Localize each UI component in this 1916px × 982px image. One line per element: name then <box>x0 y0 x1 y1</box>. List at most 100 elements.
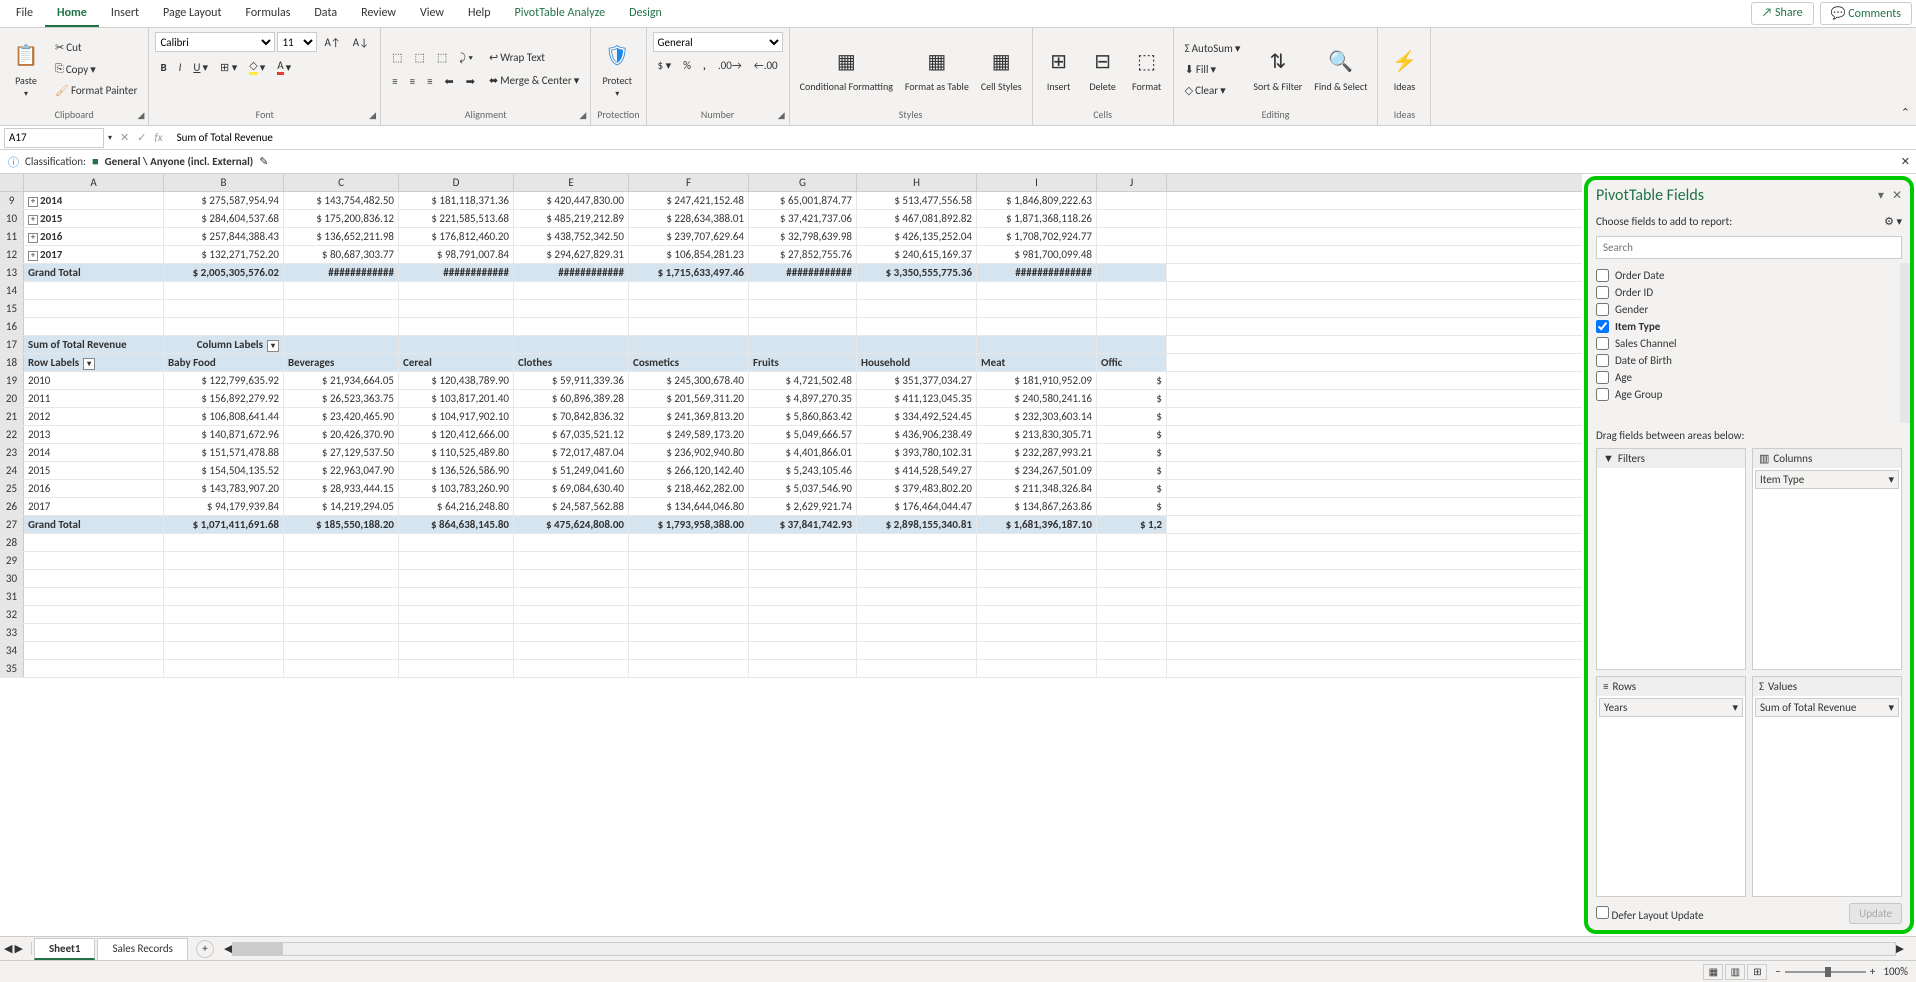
cell[interactable] <box>399 534 514 551</box>
normal-view-button[interactable]: ▦ <box>1703 964 1723 980</box>
cell[interactable]: Clothes <box>514 354 629 371</box>
cell[interactable]: $ 154,504,135.52 <box>164 462 284 479</box>
cell[interactable]: $ 5,860,863.42 <box>749 408 857 425</box>
area-item-values[interactable]: Sum of Total Revenue▾ <box>1755 698 1899 717</box>
align-top-button[interactable]: ⬚ <box>387 48 407 67</box>
column-header-H[interactable]: H <box>857 174 977 191</box>
clear-button[interactable]: ◇ Clear ▾ <box>1180 81 1246 100</box>
alignment-launcher[interactable]: ◢ <box>579 110 586 121</box>
cell[interactable]: 2016 <box>24 480 164 497</box>
font-color-button[interactable]: A ▾ <box>272 56 296 78</box>
cell[interactable]: $ <box>1097 480 1167 497</box>
cell[interactable] <box>1097 336 1167 353</box>
cell[interactable]: $ 122,799,635.92 <box>164 372 284 389</box>
cell[interactable] <box>284 588 399 605</box>
cell[interactable] <box>1097 660 1167 677</box>
page-break-view-button[interactable]: ⊞ <box>1747 964 1767 980</box>
cell[interactable]: Cosmetics <box>629 354 749 371</box>
grow-font-button[interactable]: A↑ <box>319 33 345 52</box>
cell[interactable]: $ 414,528,549.27 <box>857 462 977 479</box>
edit-classification-icon[interactable]: ✎ <box>259 155 268 168</box>
cell[interactable]: $ 284,604,537.68 <box>164 210 284 227</box>
cell[interactable]: $ 1,681,396,187.10 <box>977 516 1097 533</box>
cell[interactable]: 2014 <box>24 444 164 461</box>
filters-area[interactable]: ▼Filters <box>1596 448 1746 670</box>
row-header[interactable]: 13 <box>0 264 24 281</box>
column-header-B[interactable]: B <box>164 174 284 191</box>
cell[interactable] <box>977 300 1097 317</box>
cell[interactable] <box>284 606 399 623</box>
menu-formulas[interactable]: Formulas <box>233 1 302 27</box>
row-header[interactable]: 16 <box>0 318 24 335</box>
cell[interactable]: $ 232,287,993.21 <box>977 444 1097 461</box>
row-header[interactable]: 32 <box>0 606 24 623</box>
cell[interactable]: $ <box>1097 498 1167 515</box>
page-layout-view-button[interactable]: ▥ <box>1725 964 1745 980</box>
cell[interactable]: +2015 <box>24 210 164 227</box>
align-center-button[interactable]: ≡ <box>405 72 420 91</box>
cell[interactable]: $ 257,844,388.43 <box>164 228 284 245</box>
cell[interactable]: $ 37,841,742.93 <box>749 516 857 533</box>
formula-input[interactable] <box>171 128 1916 148</box>
cell[interactable]: $ 59,911,339.36 <box>514 372 629 389</box>
cell[interactable]: $ 485,219,212.89 <box>514 210 629 227</box>
row-header[interactable]: 35 <box>0 660 24 677</box>
cell[interactable] <box>1097 552 1167 569</box>
name-box[interactable] <box>4 128 104 148</box>
cell[interactable] <box>1097 246 1167 263</box>
cell[interactable]: $ 436,906,238.49 <box>857 426 977 443</box>
decrease-decimal-button[interactable]: ←.00 <box>749 56 783 75</box>
cell[interactable] <box>399 300 514 317</box>
cell[interactable]: Baby Food <box>164 354 284 371</box>
autosum-button[interactable]: Σ AutoSum ▾ <box>1180 39 1246 58</box>
cell[interactable]: $ 232,303,603.14 <box>977 408 1097 425</box>
cell[interactable]: $ 351,377,034.27 <box>857 372 977 389</box>
cell[interactable]: $ 1,708,702,924.77 <box>977 228 1097 245</box>
cell[interactable] <box>284 318 399 335</box>
format-cells-button[interactable]: ⬚Format <box>1127 44 1167 95</box>
conditional-formatting-button[interactable]: ▦Conditional Formatting <box>796 44 897 95</box>
cell[interactable] <box>977 606 1097 623</box>
orientation-button[interactable]: ⤸ ▾ <box>454 48 478 68</box>
cell[interactable]: Sum of Total Revenue <box>24 336 164 353</box>
cell[interactable]: $ 334,492,524.45 <box>857 408 977 425</box>
cell[interactable]: $ 221,585,513.68 <box>399 210 514 227</box>
cell[interactable]: $ 513,477,556.58 <box>857 192 977 209</box>
format-painter-button[interactable]: 🖌 Format Painter <box>50 81 142 100</box>
sheet-tab-sheet1[interactable]: Sheet1 <box>34 938 96 960</box>
cell[interactable] <box>977 624 1097 641</box>
row-header[interactable]: 23 <box>0 444 24 461</box>
cell-styles-button[interactable]: ▦Cell Styles <box>977 44 1026 95</box>
cell[interactable]: $ 185,550,188.20 <box>284 516 399 533</box>
column-header-I[interactable]: I <box>977 174 1097 191</box>
zoom-slider[interactable]: − + <box>1775 965 1875 978</box>
font-launcher[interactable]: ◢ <box>369 110 376 121</box>
fill-button[interactable]: ⬇ Fill ▾ <box>1180 60 1246 79</box>
cell[interactable] <box>514 588 629 605</box>
cell[interactable]: $ 211,348,326.84 <box>977 480 1097 497</box>
cell[interactable]: $ 3,350,555,775.36 <box>857 264 977 281</box>
ideas-button[interactable]: ⚡Ideas <box>1384 44 1424 95</box>
cell[interactable] <box>1097 192 1167 209</box>
cell[interactable] <box>857 570 977 587</box>
zoom-level[interactable]: 100% <box>1883 965 1908 978</box>
cell[interactable]: $ 65,001,874.77 <box>749 192 857 209</box>
row-filter-button[interactable]: ▾ <box>83 358 95 370</box>
cell[interactable]: $ 240,580,241.16 <box>977 390 1097 407</box>
cell[interactable] <box>629 552 749 569</box>
cell[interactable]: $ 4,721,502.48 <box>749 372 857 389</box>
cell[interactable] <box>749 660 857 677</box>
cell[interactable] <box>749 282 857 299</box>
cell[interactable]: +2016 <box>24 228 164 245</box>
cell[interactable]: $ 5,049,666.57 <box>749 426 857 443</box>
cell[interactable]: $ 136,526,586.90 <box>399 462 514 479</box>
share-button[interactable]: ↗ Share <box>1751 2 1814 25</box>
cell[interactable]: $ 176,464,044.47 <box>857 498 977 515</box>
cell[interactable] <box>749 318 857 335</box>
find-select-button[interactable]: 🔍Find & Select <box>1310 44 1371 95</box>
cell[interactable] <box>514 552 629 569</box>
cell[interactable]: $ 24,587,562.88 <box>514 498 629 515</box>
font-name-select[interactable]: Calibri <box>155 32 275 52</box>
cell[interactable] <box>1097 534 1167 551</box>
cell[interactable]: $ 134,867,263.86 <box>977 498 1097 515</box>
